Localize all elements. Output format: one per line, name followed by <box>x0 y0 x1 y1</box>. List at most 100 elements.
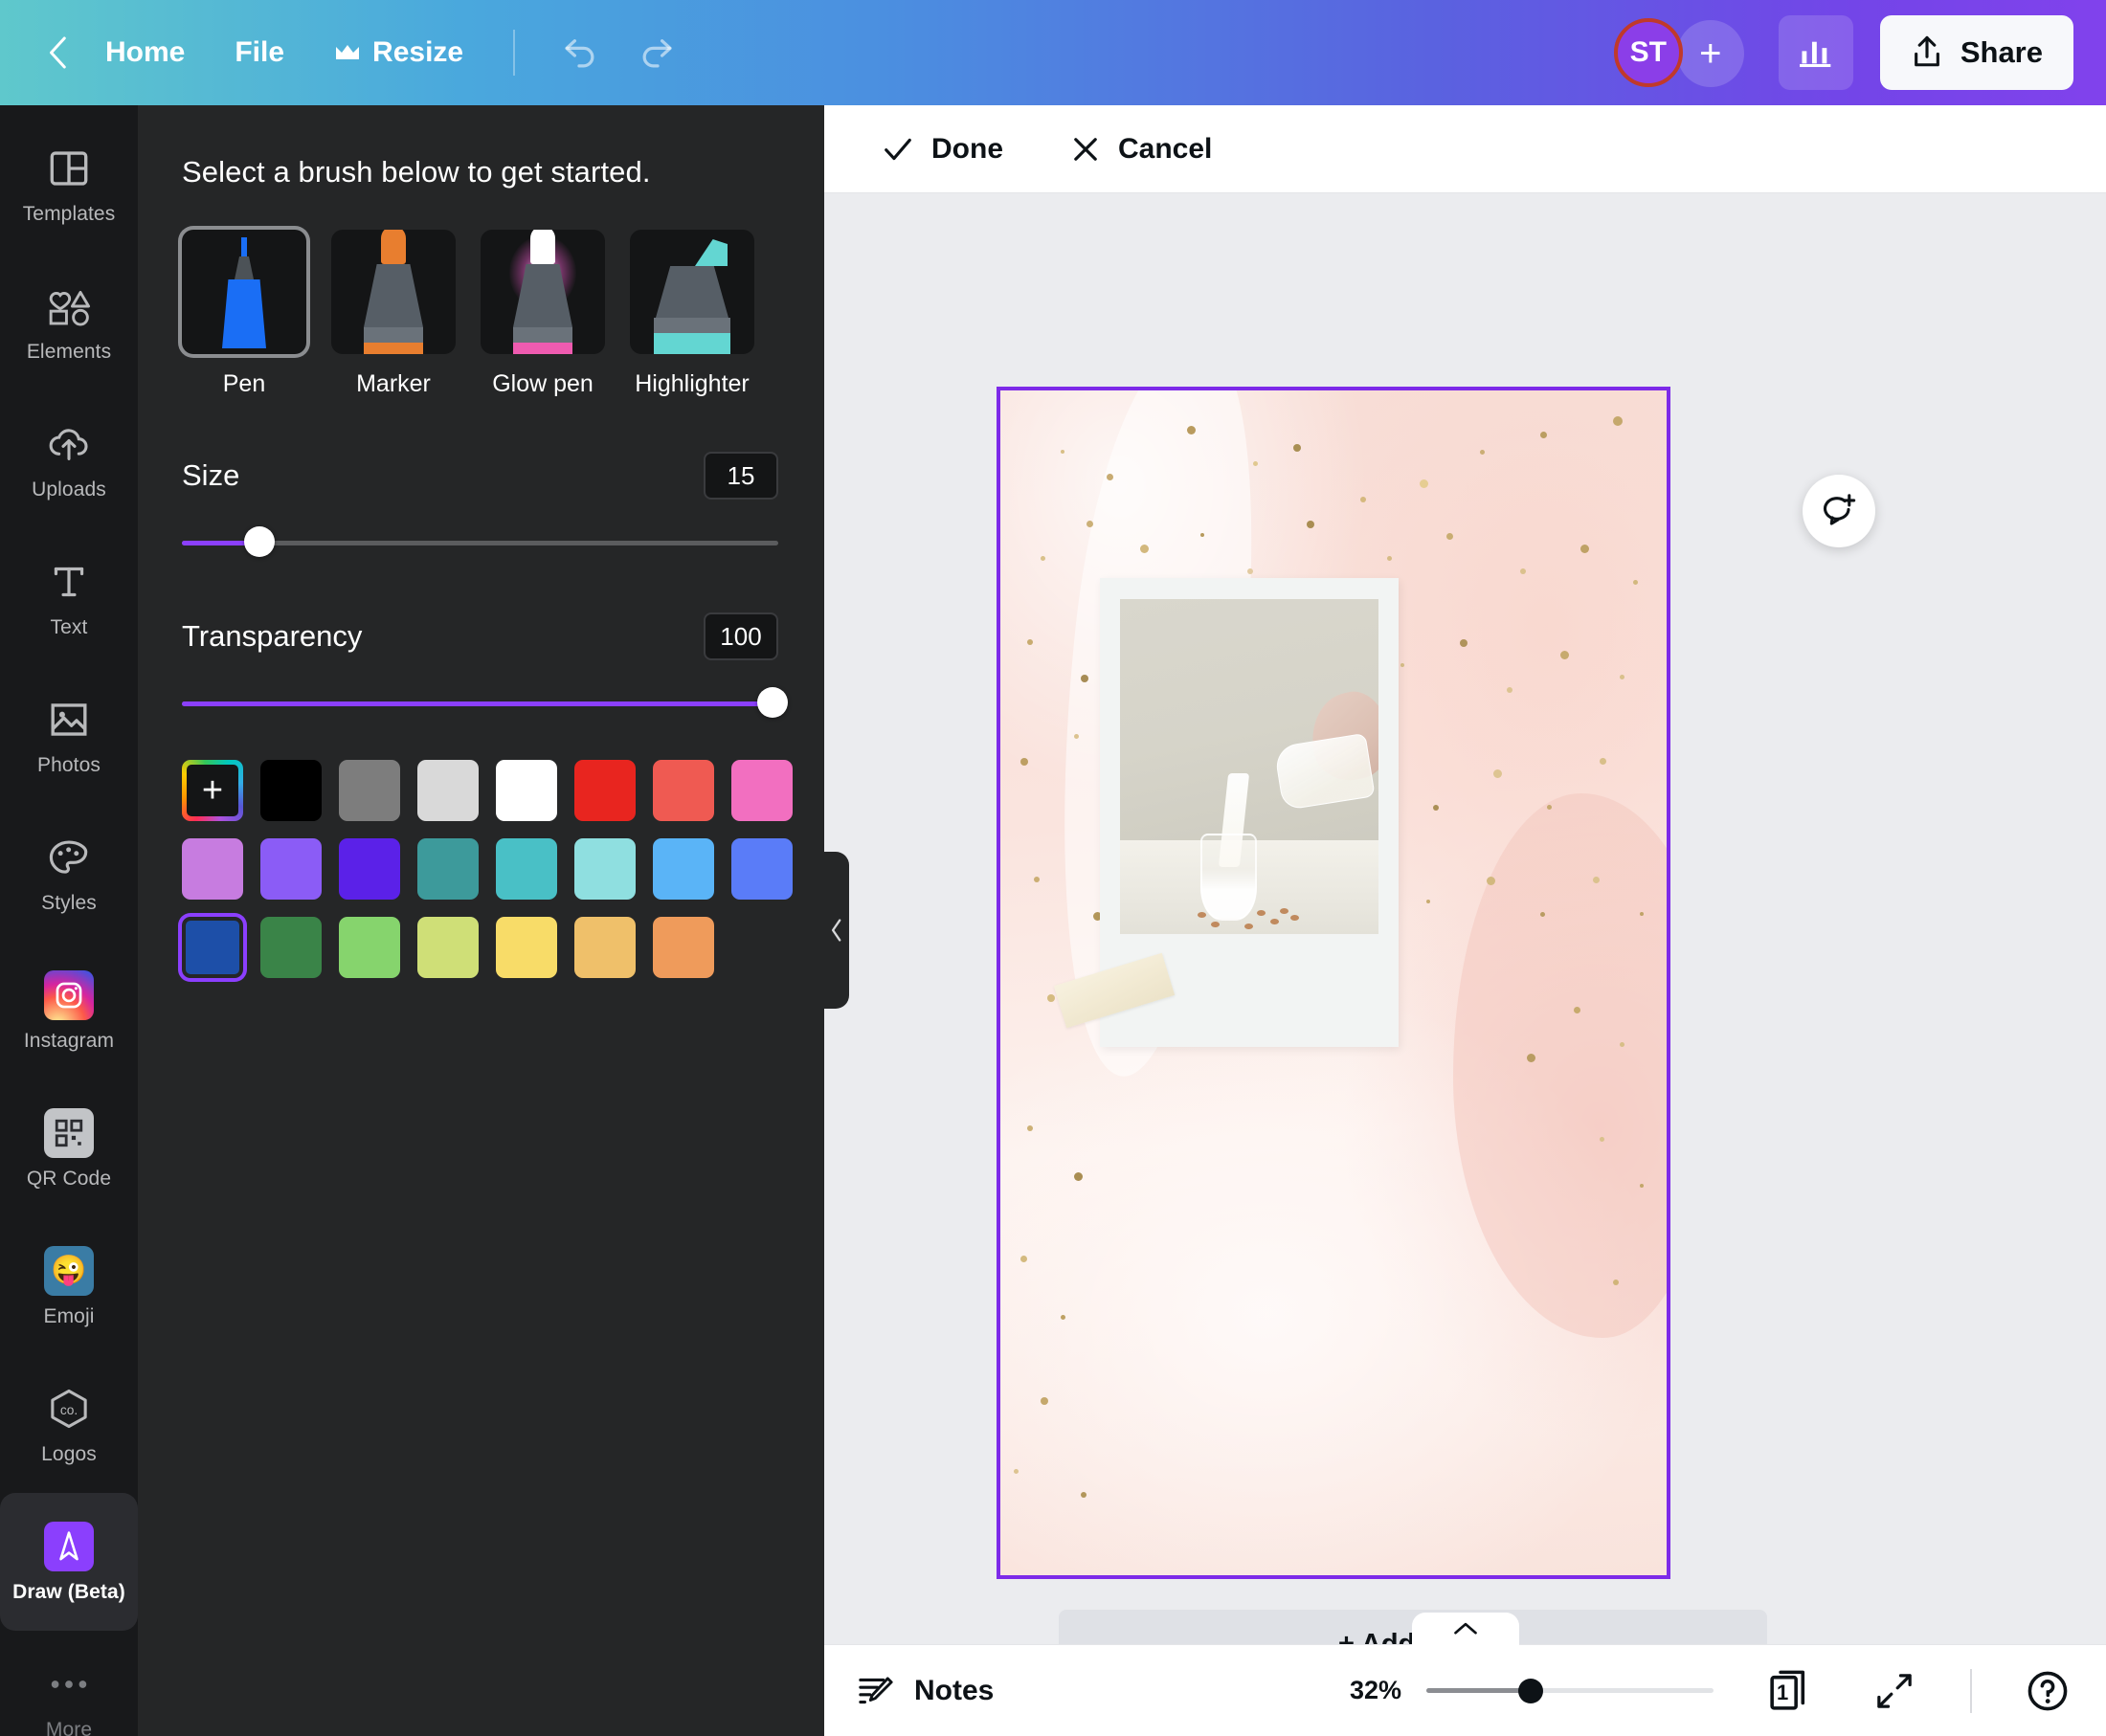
done-button[interactable]: Done <box>861 122 1024 177</box>
transparency-slider[interactable] <box>138 687 824 720</box>
sidebar-item-label: More <box>45 1718 93 1736</box>
back-button[interactable] <box>36 31 80 75</box>
brush-marker[interactable]: Marker <box>331 230 456 398</box>
sidebar-item-qr-code[interactable]: QR Code <box>0 1079 138 1217</box>
color-swatch[interactable] <box>574 917 636 978</box>
cloud-upload-icon <box>46 418 92 470</box>
transparency-slider-knob[interactable] <box>757 687 788 718</box>
color-row-1: + <box>182 760 824 821</box>
design-page[interactable] <box>997 387 1670 1579</box>
color-swatch-selected[interactable] <box>182 917 243 978</box>
sidebar-item-styles[interactable]: Styles <box>0 804 138 942</box>
brush-highlighter[interactable]: Highlighter <box>630 230 754 398</box>
transparency-slider-fill <box>182 701 773 706</box>
photo-almond <box>1243 923 1253 929</box>
color-swatch[interactable] <box>574 838 636 900</box>
sidebar-item-label: QR Code <box>26 1167 112 1190</box>
undo-icon <box>565 39 594 68</box>
color-swatch[interactable] <box>496 838 557 900</box>
color-swatch[interactable] <box>417 760 479 821</box>
sidebar-item-templates[interactable]: Templates <box>0 115 138 253</box>
notes-button[interactable]: Notes <box>857 1673 994 1709</box>
bar-chart-icon <box>1799 41 1831 68</box>
expand-panel-button[interactable] <box>1411 1613 1519 1645</box>
sidebar-item-label: Uploads <box>32 478 106 501</box>
draw-tool-panel: Select a brush below to get started. Pen <box>138 105 824 1736</box>
size-slider-knob[interactable] <box>244 526 275 557</box>
insights-button[interactable] <box>1778 15 1853 90</box>
check-icon <box>885 138 911 160</box>
photo-almond <box>1257 909 1266 916</box>
text-icon <box>49 556 89 608</box>
brush-glow-pen[interactable]: Glow pen <box>481 230 605 398</box>
sidebar-item-instagram[interactable]: Instagram <box>0 942 138 1079</box>
avatar[interactable]: ST <box>1613 18 1683 87</box>
color-swatch[interactable] <box>653 917 714 978</box>
sidebar-item-text[interactable]: Text <box>0 528 138 666</box>
color-swatch[interactable] <box>653 838 714 900</box>
sidebar-item-more[interactable]: More <box>0 1631 138 1736</box>
undo-button[interactable] <box>553 27 605 78</box>
add-color-button[interactable]: + <box>182 760 243 821</box>
help-icon <box>2028 1671 2068 1710</box>
color-swatch[interactable] <box>182 838 243 900</box>
add-comment-button[interactable] <box>1803 475 1875 547</box>
sidebar-item-elements[interactable]: Elements <box>0 253 138 390</box>
color-swatch[interactable] <box>260 838 322 900</box>
color-swatch[interactable] <box>653 760 714 821</box>
cancel-button[interactable]: Cancel <box>1049 122 1233 177</box>
transparency-label: Transparency <box>182 619 363 653</box>
emoji-icon: 😜 <box>44 1245 94 1297</box>
transparency-input[interactable]: 100 <box>704 612 778 660</box>
color-palette: + <box>138 720 824 978</box>
sidebar-item-photos[interactable]: Photos <box>0 666 138 804</box>
share-button[interactable]: Share <box>1879 15 2073 90</box>
more-dots-icon <box>48 1658 90 1710</box>
zoom-slider-knob[interactable] <box>1518 1678 1543 1703</box>
color-swatch[interactable] <box>260 917 322 978</box>
color-swatch[interactable] <box>260 760 322 821</box>
zoom-slider[interactable] <box>1426 1678 1714 1703</box>
logos-icon: co. <box>46 1383 92 1435</box>
size-input[interactable]: 15 <box>704 452 778 500</box>
home-menu-item[interactable]: Home <box>80 25 210 80</box>
color-row-3 <box>182 917 824 978</box>
page-count-button[interactable]: 1 <box>1759 1661 1819 1721</box>
color-swatch[interactable] <box>339 917 400 978</box>
brush-pen[interactable]: Pen <box>182 230 306 398</box>
fullscreen-button[interactable] <box>1865 1661 1924 1721</box>
help-button[interactable] <box>2018 1661 2077 1721</box>
color-swatch[interactable] <box>417 838 479 900</box>
page-count-label: 1 <box>1777 1680 1789 1704</box>
transparency-row: Transparency 100 <box>138 612 824 660</box>
color-swatch[interactable] <box>417 917 479 978</box>
sidebar-item-emoji[interactable]: 😜 Emoji <box>0 1217 138 1355</box>
color-swatch[interactable] <box>339 760 400 821</box>
collapse-panel-button[interactable] <box>824 852 849 1009</box>
sidebar-item-label: Emoji <box>43 1304 95 1327</box>
file-label: File <box>235 36 285 68</box>
home-label: Home <box>105 36 186 68</box>
add-collaborator-button[interactable]: + <box>1676 20 1744 87</box>
collaborators: + ST <box>1608 16 1779 89</box>
brush-list: Pen Marker Glow pen Highlighter <box>138 189 824 398</box>
templates-icon <box>47 143 91 194</box>
redo-icon <box>642 39 672 68</box>
redo-button[interactable] <box>632 27 683 78</box>
color-swatch[interactable] <box>339 838 400 900</box>
resize-label: Resize <box>372 36 464 68</box>
file-menu-item[interactable]: File <box>210 25 309 80</box>
color-swatch[interactable] <box>731 760 793 821</box>
color-swatch[interactable] <box>496 917 557 978</box>
color-swatch[interactable] <box>496 760 557 821</box>
sidebar-item-draw[interactable]: Draw (Beta) <box>0 1493 138 1631</box>
size-slider[interactable] <box>138 526 824 559</box>
color-swatch[interactable] <box>574 760 636 821</box>
brush-label: Pen <box>222 370 266 397</box>
sidebar-item-uploads[interactable]: Uploads <box>0 390 138 528</box>
photo-almond <box>1210 922 1220 927</box>
sidebar-item-logos[interactable]: co. Logos <box>0 1355 138 1493</box>
color-swatch[interactable] <box>731 838 793 900</box>
resize-menu-item[interactable]: Resize <box>309 25 488 80</box>
zoom-slider-fill <box>1426 1688 1532 1693</box>
